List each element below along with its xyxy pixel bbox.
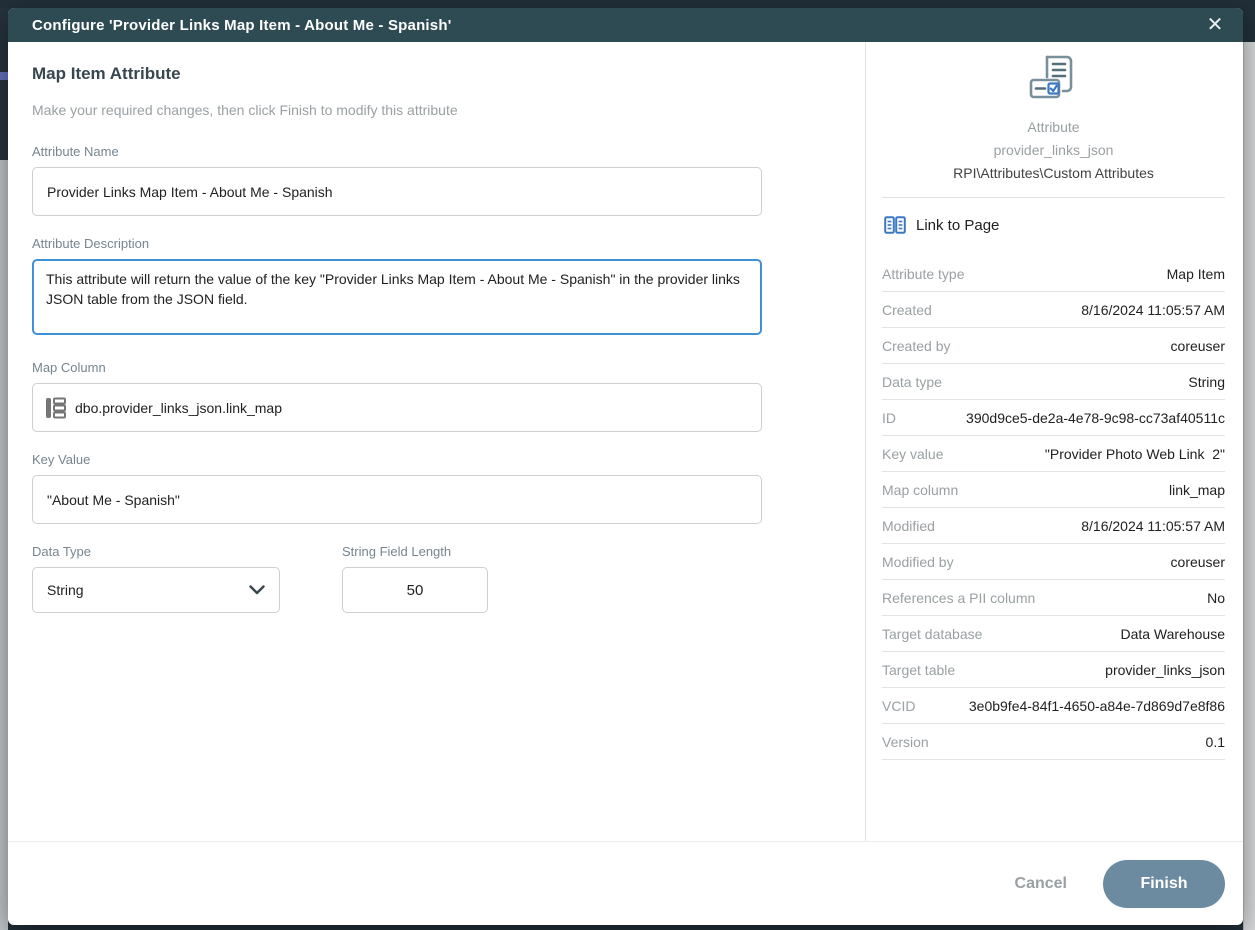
property-value: 0.1: [1206, 734, 1225, 750]
property-value: 390d9ce5-de2a-4e78-9c98-cc73af40511c: [966, 410, 1225, 426]
property-label: Created: [882, 302, 932, 318]
configure-attribute-dialog: Configure 'Provider Links Map Item - Abo…: [8, 8, 1243, 925]
link-to-page-label: Link to Page: [916, 217, 999, 234]
attribute-description-label: Attribute Description: [32, 236, 839, 251]
property-label: Target database: [882, 626, 982, 642]
dialog-body: Map Item Attribute Make your required ch…: [8, 42, 1243, 841]
property-label: Attribute type: [882, 266, 965, 282]
property-value: 8/16/2024 11:05:57 AM: [1081, 518, 1225, 534]
form-subtitle: Make your required changes, then click F…: [32, 102, 839, 118]
attribute-name-label: Attribute Name: [32, 144, 839, 159]
property-row-attribute-type: Attribute type Map Item: [882, 256, 1225, 292]
background-light-sliver: [0, 160, 8, 930]
data-type-selected-value: String: [47, 582, 84, 598]
attribute-identity: Attribute provider_links_json RPI\Attrib…: [882, 54, 1225, 198]
property-label: Data type: [882, 374, 942, 390]
property-label: Key value: [882, 446, 943, 462]
string-field-length-input[interactable]: [342, 567, 488, 613]
property-value: coreuser: [1171, 554, 1225, 570]
map-column-value: dbo.provider_links_json.link_map: [75, 400, 282, 416]
finish-button[interactable]: Finish: [1103, 860, 1225, 908]
map-item-attribute-form: Map Item Attribute Make your required ch…: [8, 42, 865, 841]
attribute-properties-list: Attribute type Map Item Created 8/16/202…: [882, 256, 1225, 760]
cancel-button[interactable]: Cancel: [1015, 875, 1067, 893]
property-label: VCID: [882, 698, 915, 714]
property-row-version: Version 0.1: [882, 724, 1225, 760]
key-value-field-group: Key Value: [32, 452, 839, 524]
property-row-vcid: VCID 3e0b9fe4-84f1-4650-a84e-7d869d7e8f8…: [882, 688, 1225, 724]
property-value: provider_links_json: [1105, 662, 1225, 678]
attribute-description-field-group: Attribute Description This attribute wil…: [32, 236, 839, 340]
property-label: Created by: [882, 338, 950, 354]
attribute-name-input[interactable]: [32, 167, 762, 216]
property-row-target-table: Target table provider_links_json: [882, 652, 1225, 688]
type-and-length-row: Data Type String String Field Length: [32, 544, 839, 633]
property-row-target-database: Target database Data Warehouse: [882, 616, 1225, 652]
property-row-data-type: Data type String: [882, 364, 1225, 400]
property-value: Data Warehouse: [1120, 626, 1225, 642]
property-row-modified: Modified 8/16/2024 11:05:57 AM: [882, 508, 1225, 544]
property-value: String: [1188, 374, 1225, 390]
dialog-footer: Cancel Finish: [8, 841, 1243, 925]
data-type-label: Data Type: [32, 544, 280, 559]
map-column-input[interactable]: dbo.provider_links_json.link_map: [32, 383, 762, 432]
attribute-description-textarea[interactable]: This attribute will return the value of …: [32, 259, 762, 335]
form-heading: Map Item Attribute: [32, 64, 839, 84]
dialog-title: Configure 'Provider Links Map Item - Abo…: [32, 17, 451, 34]
property-label: Modified by: [882, 554, 954, 570]
property-row-key-value: Key value "Provider Photo Web Link 2": [882, 436, 1225, 472]
data-type-select[interactable]: String: [32, 567, 280, 613]
property-label: Target table: [882, 662, 955, 678]
attribute-details-panel: Attribute provider_links_json RPI\Attrib…: [865, 42, 1243, 841]
property-label: References a PII column: [882, 590, 1035, 606]
attribute-document-icon: [1027, 54, 1081, 109]
property-row-created: Created 8/16/2024 11:05:57 AM: [882, 292, 1225, 328]
map-column-label: Map Column: [32, 360, 839, 375]
property-value: 3e0b9fe4-84f1-4650-a84e-7d869d7e8f86: [969, 698, 1225, 714]
map-column-field-group: Map Column dbo.provider_links_json.link_…: [32, 360, 839, 432]
attribute-name-field-group: Attribute Name: [32, 144, 839, 216]
property-row-id: ID 390d9ce5-de2a-4e78-9c98-cc73af40511c: [882, 400, 1225, 436]
property-label: ID: [882, 410, 896, 426]
book-icon: [884, 216, 906, 234]
chevron-down-icon: [249, 585, 265, 595]
property-value: coreuser: [1171, 338, 1225, 354]
string-field-length-group: String Field Length: [342, 544, 488, 613]
property-label: Map column: [882, 482, 958, 498]
background-page-right-sliver: [1243, 42, 1255, 930]
key-value-input[interactable]: [32, 475, 762, 524]
property-value: Map Item: [1167, 266, 1225, 282]
attribute-path: RPI\Attributes\Custom Attributes: [882, 165, 1225, 181]
data-type-field-group: Data Type String: [32, 544, 280, 613]
property-label: Version: [882, 734, 929, 750]
key-value-label: Key Value: [32, 452, 839, 467]
property-row-modified-by: Modified by coreuser: [882, 544, 1225, 580]
property-row-map-column: Map column link_map: [882, 472, 1225, 508]
property-value: link_map: [1169, 482, 1225, 498]
close-icon[interactable]: ✕: [1203, 13, 1227, 37]
attribute-kind: Attribute: [882, 119, 1225, 135]
property-row-pii: References a PII column No: [882, 580, 1225, 616]
property-row-created-by: Created by coreuser: [882, 328, 1225, 364]
column-icon: [45, 397, 66, 419]
link-to-page-button[interactable]: Link to Page: [882, 198, 1225, 250]
property-label: Modified: [882, 518, 935, 534]
property-value: 8/16/2024 11:05:57 AM: [1081, 302, 1225, 318]
background-page-left-sliver: [0, 8, 8, 925]
dialog-header: Configure 'Provider Links Map Item - Abo…: [8, 8, 1243, 42]
string-field-length-label: String Field Length: [342, 544, 488, 559]
background-accent-strip: [0, 72, 8, 80]
property-value: No: [1207, 590, 1225, 606]
property-value: "Provider Photo Web Link 2": [1045, 446, 1225, 462]
attribute-name-value: provider_links_json: [882, 142, 1225, 158]
